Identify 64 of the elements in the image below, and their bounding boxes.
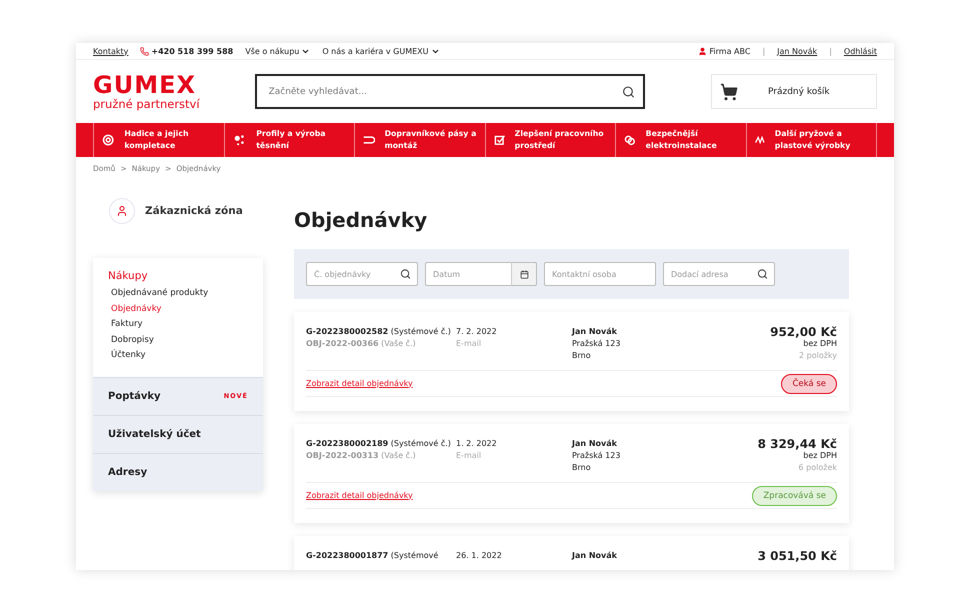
sidebar-item[interactable]: Objednávané produkty xyxy=(108,287,248,300)
sidebar-item[interactable]: Faktury xyxy=(108,318,248,332)
order-date: 7. 2. 2022 xyxy=(456,326,498,338)
search-icon xyxy=(400,268,411,280)
cart-button[interactable]: Prázdný košík xyxy=(711,74,877,109)
menu-dropdown[interactable]: O nás a kariéra v GUMEXU xyxy=(322,46,428,56)
filter-field[interactable]: Datum xyxy=(425,262,511,286)
sidebar-item[interactable]: Účtenky xyxy=(108,349,248,362)
sidebar-group[interactable]: Adresy xyxy=(93,452,263,490)
zone-title: Zákaznická zóna xyxy=(145,205,243,217)
search-icon xyxy=(757,268,768,280)
user-link[interactable]: Jan Novák xyxy=(777,46,818,56)
logout-link[interactable]: Odhlásit xyxy=(844,46,877,56)
city: Brno xyxy=(572,350,592,362)
logo[interactable]: GUMEX xyxy=(93,72,200,96)
user-avatar-icon xyxy=(109,198,135,224)
order-date: 1. 2. 2022 xyxy=(456,438,498,450)
contact-name: Jan Novák xyxy=(572,438,618,450)
order-price: 8 329,44 Kč xyxy=(758,438,837,450)
menu-dropdown[interactable]: Vše o nákupu xyxy=(245,46,300,56)
logo-tagline: pružné partnerství xyxy=(93,96,200,110)
filter-field[interactable]: Kontaktní osoba xyxy=(544,262,656,286)
calendar-icon xyxy=(520,270,528,278)
calendar-button[interactable] xyxy=(511,262,537,286)
tax-note: bez DPH xyxy=(803,450,837,462)
customer-order-number: OBJ-2022-00366 (Vaše č.) xyxy=(306,338,417,350)
contact-name: Jan Novák xyxy=(572,326,618,338)
separator: | xyxy=(829,46,832,56)
order-price: 3 051,50 Kč xyxy=(758,550,837,562)
user-icon xyxy=(698,46,708,56)
section-title[interactable]: Nákupy xyxy=(108,270,248,282)
company-name: Firma ABC xyxy=(709,46,750,56)
contacts-link[interactable]: Kontakty xyxy=(93,46,128,56)
contact-name: Jan Novák xyxy=(572,550,618,562)
item-count: 6 položek xyxy=(798,462,837,474)
city: Brno xyxy=(572,462,592,474)
item-count: 2 položky xyxy=(798,350,837,362)
order-channel: E-mail xyxy=(456,338,482,350)
filter-field[interactable]: Dodací adresa xyxy=(663,262,775,286)
tax-note: bez DPH xyxy=(803,338,837,350)
spiral-icon xyxy=(102,132,114,148)
street: Pražská 123 xyxy=(572,450,622,462)
order-channel: E-mail xyxy=(456,450,482,462)
street: Pražská 123 xyxy=(572,338,622,350)
phone-icon xyxy=(140,46,150,56)
sidebar-group[interactable]: Uživatelský účet xyxy=(93,414,263,452)
order-detail-link[interactable]: Zobrazit detail objednávky xyxy=(306,490,413,502)
status-badge: Zpracovává se xyxy=(752,486,837,506)
customer-order-number: OBJ-2022-00313 (Vaše č.) xyxy=(306,450,417,462)
order-detail-link[interactable]: Zobrazit detail objednávky xyxy=(306,378,413,390)
page-title: Objednávky xyxy=(294,208,428,232)
search-field[interactable]: Začněte vyhledávat... xyxy=(254,74,645,109)
sidebar-item[interactable]: Dobropisy xyxy=(108,334,248,347)
search-icon[interactable] xyxy=(622,85,635,98)
sidebar-item[interactable]: Objednávky xyxy=(108,302,248,316)
status-badge: Čeká se xyxy=(781,374,837,394)
order-date: 26. 1. 2022 xyxy=(456,550,503,562)
order-number: G-2022380002582 (Systémové č.) xyxy=(306,326,452,338)
order-number: G-2022380001877 (Systémové xyxy=(306,550,440,562)
phone-number: +420 518 399 588 xyxy=(151,46,234,56)
order-price: 952,00 Kč xyxy=(770,326,837,338)
order-number: G-2022380002189 (Systémové č.) xyxy=(306,438,452,450)
cart-icon xyxy=(720,82,738,100)
separator: | xyxy=(762,46,766,56)
